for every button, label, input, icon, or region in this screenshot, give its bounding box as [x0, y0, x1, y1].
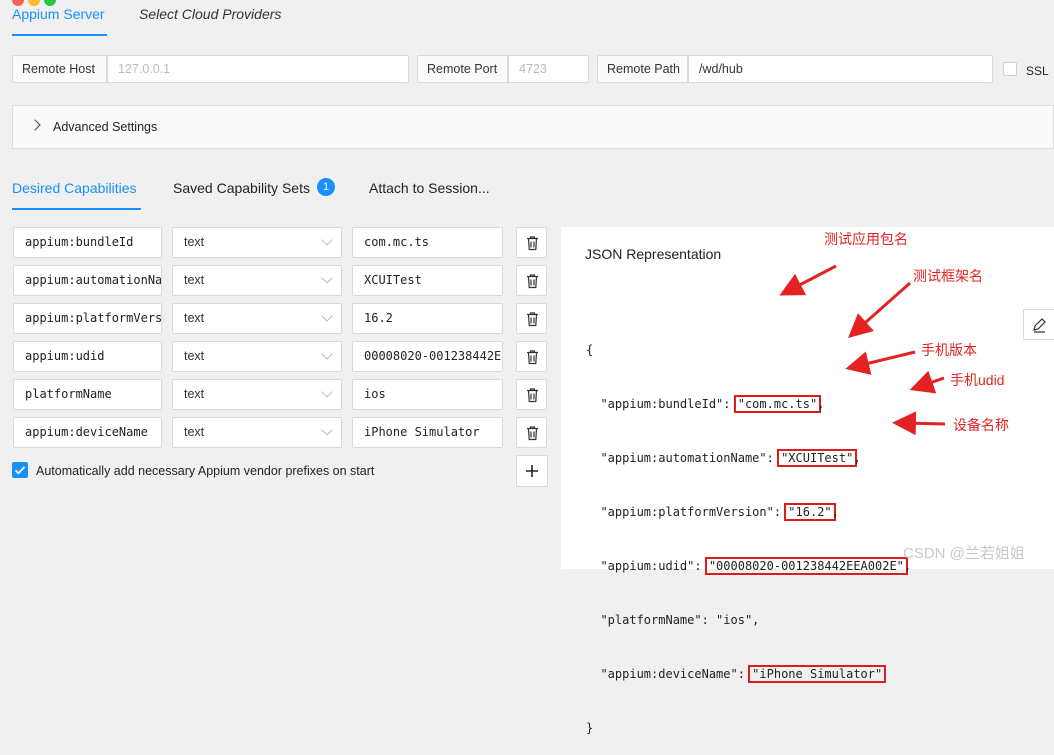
arrow-to-udid [909, 370, 945, 394]
annotation-arrows [779, 264, 946, 436]
annotation-automation: 测试框架名 [913, 268, 983, 284]
json-line: "platformName": "ios", [586, 611, 911, 629]
arrow-to-device-name [892, 411, 946, 436]
json-value-highlighted: "iPhone Simulator" [748, 665, 887, 683]
json-value: "ios" [716, 613, 753, 627]
json-line: "appium:deviceName": "iPhone Simulator" [586, 665, 911, 683]
annotation-version: 手机版本 [921, 342, 977, 358]
json-key: "appium:deviceName": [600, 667, 753, 681]
watermark: CSDN @兰若姐姐 [903, 545, 1025, 562]
annotation-device: 设备名称 [953, 417, 1009, 433]
arrow-to-automation-name [848, 281, 911, 338]
json-trail: , [752, 613, 760, 627]
json-close-brace: } [586, 721, 594, 735]
arrow-to-bundle-id [779, 264, 837, 296]
annotation-udid: 手机udid [950, 372, 1005, 388]
arrow-to-platform-version [845, 350, 916, 375]
annotation-bundle: 测试应用包名 [824, 231, 908, 247]
json-key: "platformName": [600, 613, 717, 627]
